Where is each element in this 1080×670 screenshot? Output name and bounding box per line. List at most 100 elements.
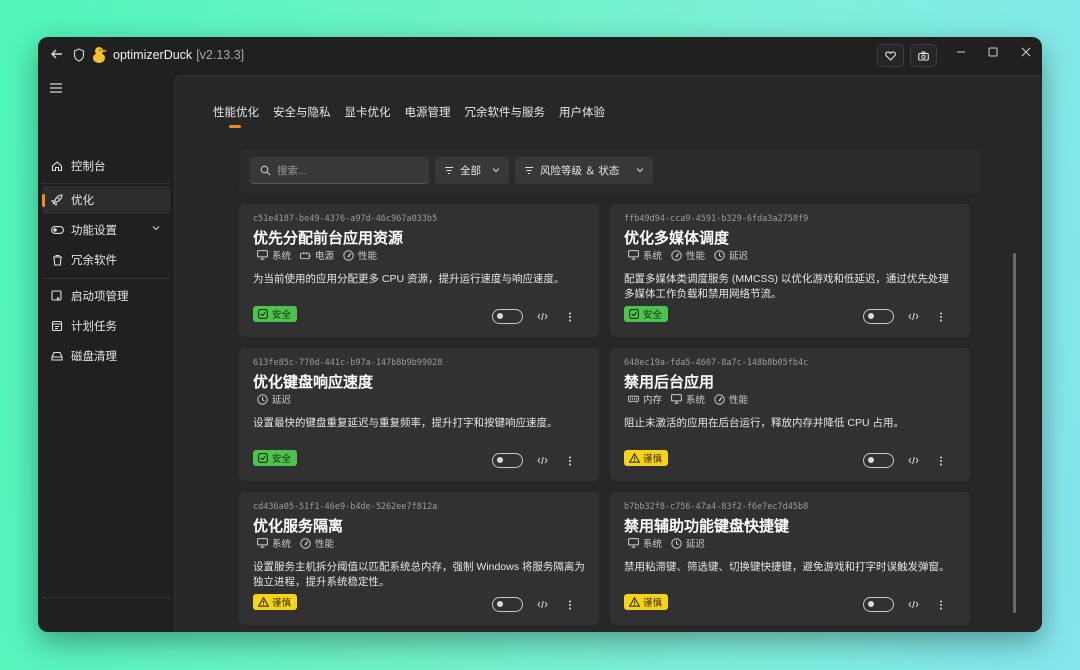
- warning-icon: [629, 453, 640, 463]
- optimization-card[interactable]: ffb49d94-cca9-4591-b329-6fda3a2758f9 优化多…: [610, 204, 970, 337]
- disk-icon: [50, 349, 64, 363]
- code-icon: [907, 312, 919, 321]
- enable-toggle[interactable]: [492, 597, 523, 612]
- risk-status-dropdown[interactable]: 风险等级 ＆ 状态: [515, 157, 653, 184]
- tag-label: 延迟: [686, 539, 706, 550]
- sidebar-divider: [42, 183, 170, 184]
- camera-button[interactable]: [910, 44, 937, 67]
- code-button[interactable]: [534, 453, 550, 468]
- optimization-card[interactable]: b7bb32f8-c756-47a4-83f2-f6e7ec7d45b8 禁用辅…: [610, 492, 970, 625]
- duck-logo-icon: [92, 46, 108, 64]
- sidebar-item-bloatware[interactable]: 冗余软件: [42, 246, 170, 274]
- maximize-button[interactable]: [978, 41, 1008, 63]
- search-input[interactable]: 搜索...: [250, 157, 429, 184]
- badge-label: 安全: [643, 310, 663, 321]
- tag-label: 系统: [272, 539, 292, 550]
- tab-bloatware-services[interactable]: 冗余软件与服务: [465, 104, 546, 124]
- tag: 性能: [714, 392, 748, 406]
- more-options-button[interactable]: [563, 453, 577, 468]
- code-button[interactable]: [534, 309, 550, 324]
- more-vertical-icon: [940, 600, 942, 609]
- tag: 延迟: [671, 536, 705, 550]
- sidebar-item-label: 启动项管理: [71, 291, 129, 303]
- category-value: 全部: [460, 165, 481, 177]
- code-icon: [907, 600, 919, 609]
- code-icon: [536, 456, 548, 465]
- hamburger-menu-icon[interactable]: [50, 83, 62, 93]
- heart-button[interactable]: [877, 44, 904, 67]
- trash-icon: [50, 253, 64, 267]
- card-description: 禁用粘滞键、筛选键、切换键快捷键，避免游戏和打字时误触发弹窗。: [624, 561, 950, 573]
- sidebar-item-optimize[interactable]: 优化: [42, 186, 170, 214]
- more-options-button[interactable]: [563, 597, 577, 612]
- shield-check-icon: [629, 309, 639, 319]
- card-title: 禁用后台应用: [624, 374, 715, 391]
- optimization-card[interactable]: 613fe85c-770d-441c-b97a-147b8b9b99028 优化…: [239, 348, 599, 481]
- sidebar-item-dashboard[interactable]: 控制台: [42, 152, 170, 180]
- tag-label: 系统: [643, 539, 663, 550]
- enable-toggle[interactable]: [492, 453, 523, 468]
- app-title: optimizerDuck [v2.13.3]: [113, 48, 244, 62]
- card-id: c51e4187-be49-4376-a97d-46c967a033b5: [253, 214, 438, 224]
- tag: 性能: [343, 248, 377, 262]
- sidebar-item-feature-settings[interactable]: 功能设置: [42, 216, 170, 244]
- tag: 系统: [671, 392, 705, 406]
- caution-badge: 谨慎: [624, 450, 669, 466]
- clock-icon: [714, 249, 725, 261]
- tag-label: 性能: [315, 539, 335, 550]
- code-icon: [536, 600, 548, 609]
- card-id: cd436a05-51f1-46e9-b4de-5262ee7f812a: [253, 502, 438, 512]
- optimization-card[interactable]: c51e4187-be49-4376-a97d-46c967a033b5 优先分…: [239, 204, 599, 337]
- tag: 电源: [300, 248, 334, 262]
- enable-toggle[interactable]: [863, 309, 894, 324]
- category-tabs: 性能优化 安全与隐私 显卡优化 电源管理 冗余软件与服务 用户体验: [213, 104, 619, 128]
- sidebar: 控制台 优化 功能设置 冗余软件 启动项管理 计划任务 磁盘清理: [38, 75, 174, 632]
- optimization-card[interactable]: 648ec19a-fda5-4607-8a7c-148b8b05fb4c 禁用后…: [610, 348, 970, 481]
- card-tags: 系统 电源 性能: [257, 248, 386, 262]
- search-placeholder: 搜索...: [277, 164, 307, 177]
- optimization-card[interactable]: cd436a05-51f1-46e9-b4de-5262ee7f812a 优化服…: [239, 492, 599, 625]
- close-button[interactable]: [1011, 41, 1041, 63]
- more-vertical-icon: [569, 456, 571, 465]
- card-id: b7bb32f8-c756-47a4-83f2-f6e7ec7d45b8: [624, 502, 809, 512]
- card-description: 阻止未激活的应用在后台运行，释放内存并降低 CPU 占用。: [624, 417, 905, 429]
- app-name: optimizerDuck: [113, 48, 193, 62]
- enable-toggle[interactable]: [492, 309, 523, 324]
- tab-performance[interactable]: 性能优化: [213, 104, 259, 128]
- sidebar-item-scheduled-tasks[interactable]: 计划任务: [42, 312, 170, 340]
- more-options-button[interactable]: [563, 309, 577, 324]
- enable-toggle[interactable]: [863, 597, 894, 612]
- gauge-icon: [343, 249, 354, 261]
- more-options-button[interactable]: [934, 597, 948, 612]
- title-bar: optimizerDuck [v2.13.3]: [38, 37, 1042, 75]
- shield-icon: [73, 48, 85, 62]
- minimize-button[interactable]: [946, 41, 976, 63]
- battery-icon: [300, 250, 311, 261]
- sidebar-item-startup[interactable]: 启动项管理: [42, 282, 170, 310]
- tab-gpu[interactable]: 显卡优化: [345, 104, 391, 124]
- tab-power[interactable]: 电源管理: [405, 104, 451, 124]
- sidebar-item-disk-cleanup[interactable]: 磁盘清理: [42, 342, 170, 370]
- code-button[interactable]: [905, 453, 921, 468]
- sidebar-divider: [42, 278, 170, 279]
- more-options-button[interactable]: [934, 309, 948, 324]
- back-arrow-icon[interactable]: [50, 47, 66, 63]
- sidebar-divider: [42, 597, 170, 598]
- code-icon: [536, 312, 548, 321]
- rocket-icon: [50, 193, 64, 207]
- tab-user-experience[interactable]: 用户体验: [559, 104, 605, 124]
- close-icon: [1021, 47, 1031, 57]
- category-dropdown[interactable]: 全部: [435, 157, 509, 184]
- tab-security-privacy[interactable]: 安全与隐私: [273, 104, 331, 124]
- heart-icon: [885, 50, 896, 61]
- code-button[interactable]: [534, 597, 550, 612]
- scrollbar[interactable]: [1013, 253, 1016, 613]
- enable-toggle[interactable]: [863, 453, 894, 468]
- code-button[interactable]: [905, 597, 921, 612]
- tag: 内存: [628, 392, 662, 406]
- badge-label: 安全: [272, 454, 292, 465]
- more-vertical-icon: [940, 456, 942, 465]
- more-options-button[interactable]: [934, 453, 948, 468]
- warning-icon: [258, 597, 269, 607]
- code-button[interactable]: [905, 309, 921, 324]
